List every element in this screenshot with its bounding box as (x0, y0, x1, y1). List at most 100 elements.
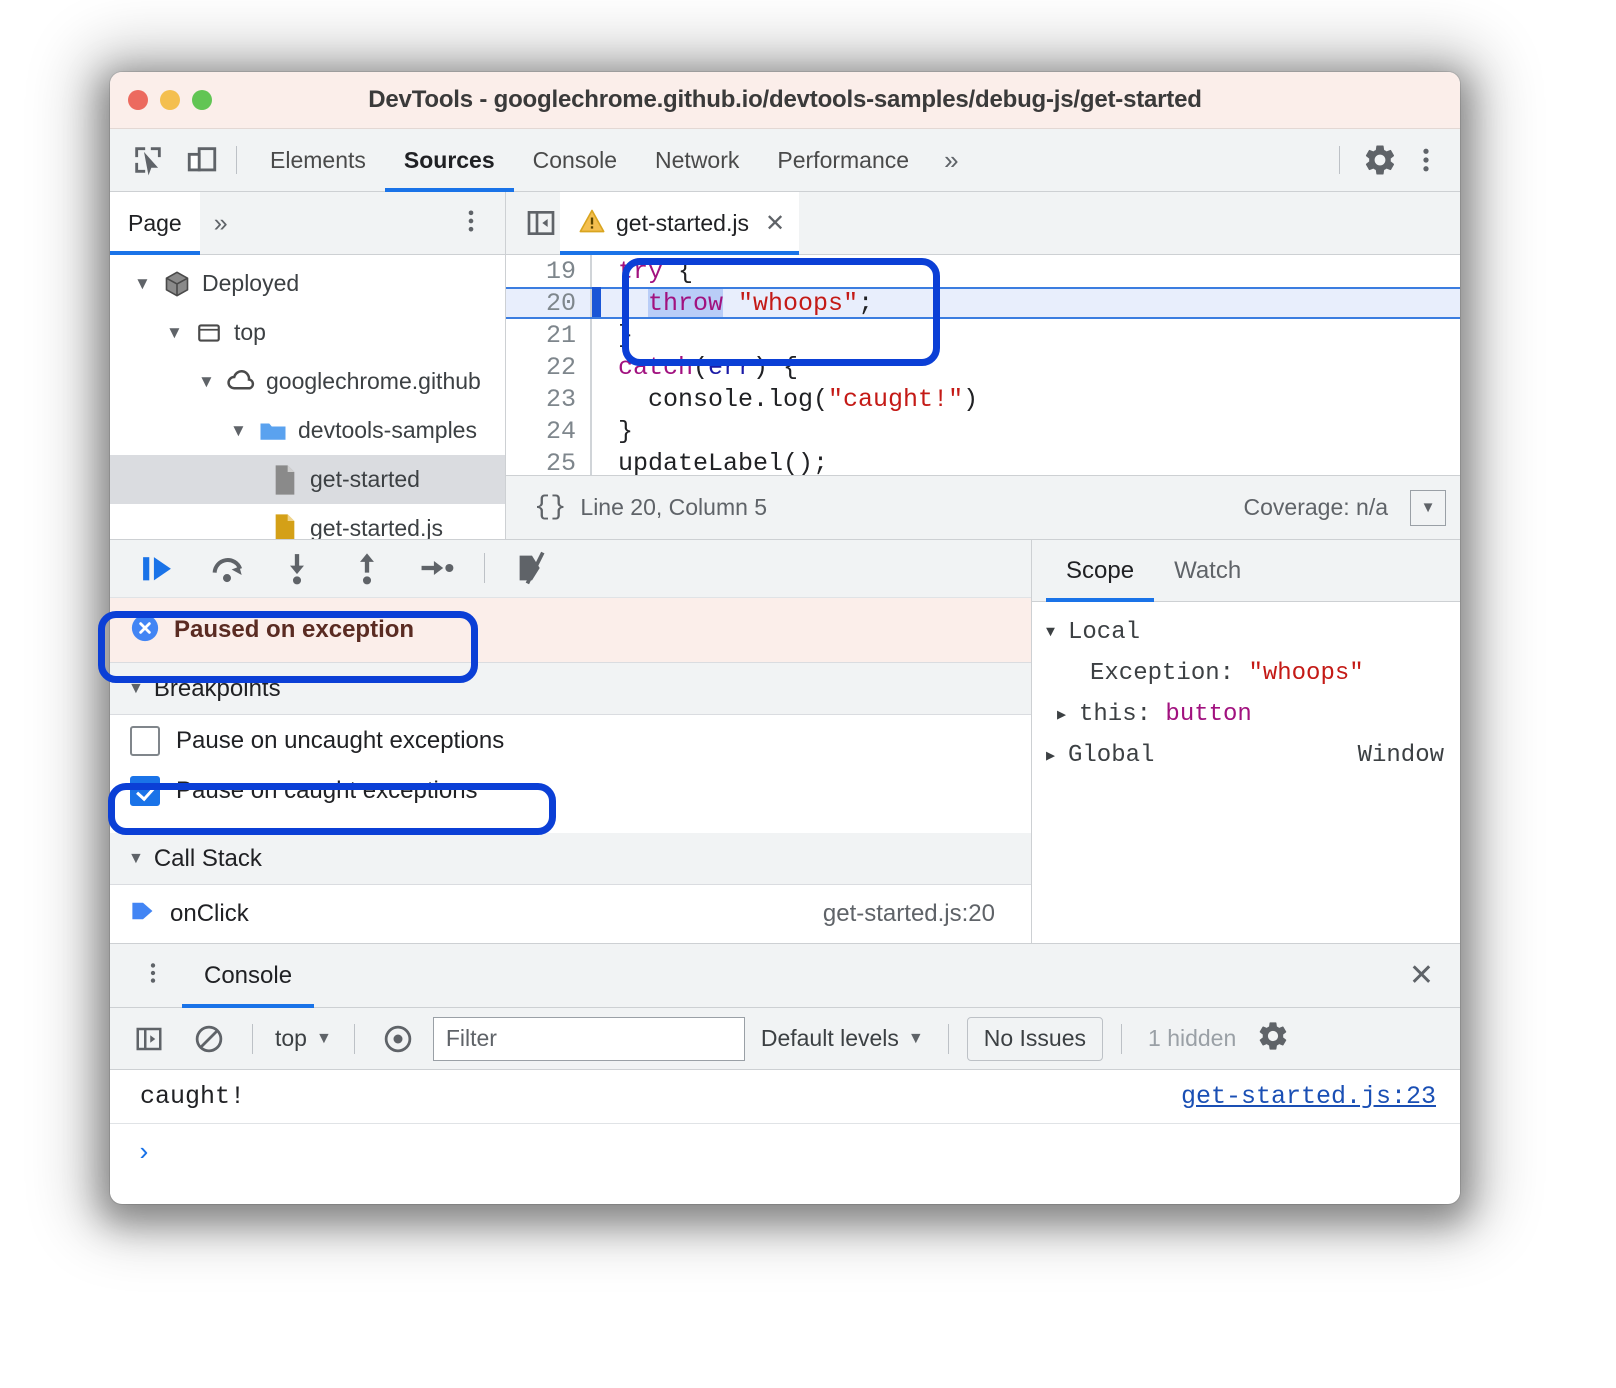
clear-console-icon[interactable] (184, 1017, 234, 1061)
console-prompt[interactable]: › (110, 1124, 1460, 1182)
tree-item-devtools-samples[interactable]: ▼ devtools-samples (110, 406, 505, 455)
expand-triangle-icon[interactable]: ▼ (198, 372, 220, 392)
paused-on-exception-banner: Paused on exception (110, 597, 1031, 664)
tree-item-label: top (234, 319, 266, 345)
inspect-element-icon[interactable] (128, 140, 168, 180)
gear-icon[interactable] (1360, 140, 1400, 180)
code-line: 24 } (506, 415, 1460, 447)
call-stack-frame-location: get-started.js:20 (822, 900, 995, 928)
tab-watch[interactable]: Watch (1154, 540, 1261, 601)
navigator-tab-page[interactable]: Page (110, 192, 200, 255)
tab-performance[interactable]: Performance (758, 129, 928, 191)
pause-on-caught-exceptions-row[interactable]: Pause on caught exceptions (110, 766, 1031, 816)
tree-item-get-started-js[interactable]: get-started.js (110, 504, 505, 539)
step-out-icon[interactable] (336, 544, 398, 592)
toolbar-divider-right (1339, 146, 1340, 174)
console-log-levels-selector[interactable]: Default levels ▼ (755, 1025, 930, 1052)
scope-row-this[interactable]: ▶ this: button (1046, 694, 1460, 735)
console-message-source-link[interactable]: get-started.js:23 (1181, 1082, 1436, 1111)
debugger-toolbar (110, 540, 1031, 598)
more-tabs-icon[interactable]: » (928, 129, 974, 191)
expand-triangle-icon[interactable]: ▼ (134, 274, 156, 294)
call-stack-frame[interactable]: onClick get-started.js:20 (110, 885, 1031, 943)
pause-on-caught-exceptions-checkbox[interactable] (130, 775, 160, 806)
toolbar-divider (236, 146, 237, 174)
gear-icon[interactable] (1256, 1019, 1290, 1058)
close-icon[interactable]: ✕ (1403, 958, 1440, 993)
scope-pane: Scope Watch ▼ Local Exception: "whoops" (1032, 540, 1460, 943)
expand-triangle-icon[interactable]: ▼ (166, 323, 188, 343)
code-viewer[interactable]: 19 try { 20 throw "whoops"; 21 } 22 catc… (506, 255, 1460, 475)
expand-triangle-icon[interactable]: ▶ (1046, 746, 1068, 765)
tab-network[interactable]: Network (636, 129, 758, 191)
scope-tree: ▼ Local Exception: "whoops" ▶ this: butt… (1032, 602, 1460, 943)
coverage-drawer-icon[interactable]: ▼ (1410, 489, 1446, 526)
line-content: console.log("caught!") (618, 384, 979, 414)
close-window-button[interactable] (128, 90, 148, 110)
console-filter-input[interactable]: Filter (432, 1016, 745, 1061)
close-icon[interactable]: ✕ (765, 209, 785, 238)
line-content: catch(err) { (618, 352, 799, 382)
editor-status-bar: {} Line 20, Column 5 Coverage: n/a ▼ (506, 475, 1460, 539)
resume-icon[interactable] (126, 544, 188, 592)
pause-on-uncaught-exceptions-checkbox[interactable] (130, 725, 160, 756)
deactivate-breakpoints-icon[interactable] (501, 544, 563, 592)
collapse-triangle-icon[interactable]: ▼ (128, 680, 144, 698)
warning-triangle-icon (578, 208, 606, 239)
no-issues-button[interactable]: No Issues (966, 1016, 1104, 1061)
editor-tab-get-started-js[interactable]: get-started.js ✕ (560, 192, 800, 255)
console-sidebar-icon[interactable] (124, 1017, 174, 1061)
expand-triangle-icon[interactable]: ▶ (1057, 705, 1079, 724)
kebab-menu-icon[interactable] (130, 957, 182, 994)
execution-marker (592, 287, 601, 319)
window-controls[interactable] (128, 90, 212, 110)
main-toolbar: Elements Sources Console Network Perform… (110, 129, 1460, 192)
pause-on-uncaught-exceptions-row[interactable]: Pause on uncaught exceptions (110, 715, 1031, 765)
live-expression-icon[interactable] (373, 1017, 423, 1061)
tab-scope[interactable]: Scope (1046, 540, 1155, 602)
navigator-pane: Page » ▼ Deployed ▼ top ▼ googlechrome.g… (110, 192, 506, 539)
kebab-menu-icon[interactable] (1406, 140, 1446, 180)
scope-row-right-value: Window (1357, 742, 1444, 769)
pretty-print-braces-icon[interactable]: {} (520, 493, 580, 523)
collapse-triangle-icon[interactable]: ▼ (128, 850, 144, 868)
expand-triangle-icon[interactable]: ▼ (230, 421, 252, 441)
maximize-window-button[interactable] (192, 90, 212, 110)
scope-row-exception[interactable]: Exception: "whoops" (1046, 653, 1460, 694)
step-icon[interactable] (406, 544, 468, 592)
drawer-tab-console[interactable]: Console (182, 944, 315, 1008)
show-navigator-icon[interactable] (522, 204, 560, 242)
line-content: try { (618, 256, 694, 286)
minimize-window-button[interactable] (160, 90, 180, 110)
expand-triangle-icon[interactable]: ▼ (1046, 624, 1068, 641)
pause-exception-icon (130, 613, 160, 648)
editor-pane: get-started.js ✕ 19 try { 20 throw "whoo… (506, 192, 1460, 539)
breakpoints-section-header[interactable]: ▼ Breakpoints (110, 663, 1031, 716)
console-context-selector[interactable]: top ▼ (271, 1025, 336, 1052)
tree-item-label: get-started (310, 466, 420, 492)
window-title: DevTools - googlechrome.github.io/devtoo… (368, 86, 1202, 113)
line-number: 25 (545, 448, 576, 476)
tab-sources[interactable]: Sources (384, 129, 514, 192)
tree-item-deployed[interactable]: ▼ Deployed (110, 259, 505, 308)
console-toolbar-divider (252, 1023, 253, 1054)
call-stack-section-header[interactable]: ▼ Call Stack (110, 832, 1031, 886)
call-stack-frame-name: onClick (170, 900, 249, 928)
tree-item-googlechrome-github[interactable]: ▼ googlechrome.github (110, 357, 505, 406)
tree-item-label: devtools-samples (298, 417, 477, 443)
tab-elements[interactable]: Elements (251, 129, 385, 191)
hidden-messages-count[interactable]: 1 hidden (1140, 1025, 1244, 1052)
navigator-menu-icon[interactable] (457, 205, 505, 242)
device-toolbar-icon[interactable] (182, 140, 222, 180)
scope-row-local[interactable]: ▼ Local (1046, 612, 1460, 653)
cube-icon (162, 269, 192, 299)
tree-item-get-started[interactable]: get-started (110, 455, 505, 504)
navigator-more-icon[interactable]: » (200, 209, 242, 238)
step-into-icon[interactable] (266, 544, 328, 592)
prompt-arrow-icon: › (136, 1138, 152, 1168)
toolbar-left-icons (110, 129, 222, 191)
tab-console[interactable]: Console (514, 129, 636, 191)
scope-row-global[interactable]: ▶ Global Window (1046, 735, 1460, 776)
step-over-icon[interactable] (196, 544, 258, 592)
tree-item-top[interactable]: ▼ top (110, 308, 505, 357)
